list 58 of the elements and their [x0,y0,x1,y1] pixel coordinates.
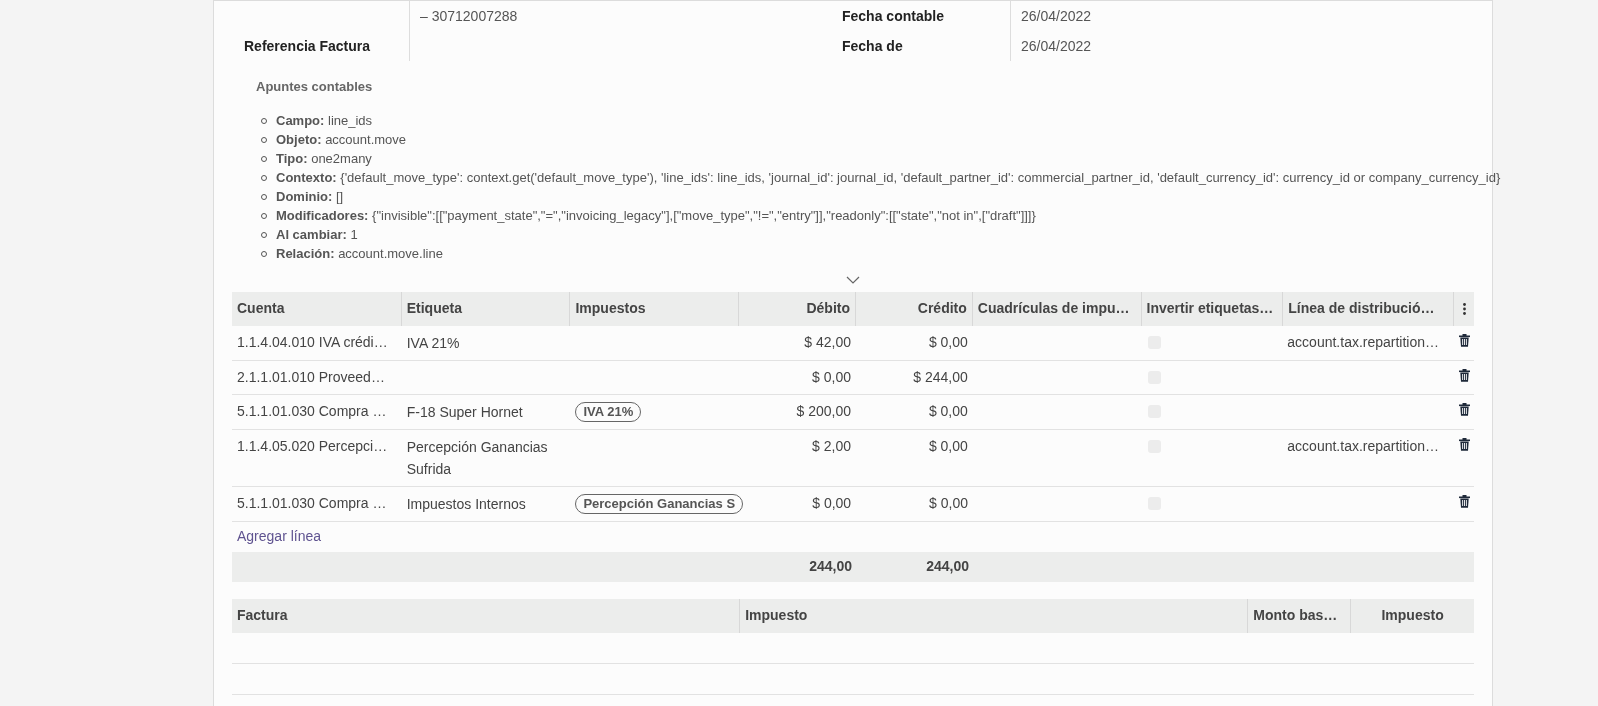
table-cell: $ 0,00 [928,402,968,419]
column-header[interactable]: Etiqueta [406,298,462,319]
info-item: Al cambiar: 1 [276,226,358,245]
table-cell: F-18 Super Hornet [406,403,523,420]
column-header[interactable]: Impuesto [1381,605,1444,626]
column-header[interactable]: Crédito [917,298,967,319]
kebab-menu-icon[interactable] [1462,302,1466,315]
info-item: Objeto: account.move [276,131,407,150]
table-cell: $ 42,00 [804,333,851,350]
column-header[interactable]: Línea de distribució… [1288,298,1435,319]
column-header[interactable]: Impuestos [575,298,646,319]
table-cell: $ 0,00 [812,368,851,385]
info-item: Campo: line_ids [276,112,373,131]
total-debit: 244,00 [809,558,852,574]
info-item: Relación: account.move.line [276,245,443,264]
table-cell: $ 0,00 [812,494,852,511]
field-label: Fecha de [842,37,903,54]
table-cell: Percepción Ganancias Sufrida [406,438,548,477]
field-value: 26/04/2022 [1021,6,1092,26]
table-cell: account.tax.repartition… [1287,333,1440,350]
table-cell: 2.1.1.01.010 Proveed… [237,368,385,385]
add-line-link[interactable]: Agregar línea [237,526,322,547]
trash-icon[interactable] [1458,333,1470,347]
trash-icon[interactable] [1458,368,1470,382]
table-cell: $ 244,00 [913,368,968,385]
field-label: Fecha contable [842,7,944,24]
field-value: 26/04/2022 [1021,36,1092,56]
total-credit: 244,00 [926,558,969,574]
table-cell: Impuestos Internos [406,495,526,512]
field-label: Referencia Factura [244,37,371,54]
trash-icon[interactable] [1458,402,1470,416]
table-cell: $ 200,00 [796,402,851,419]
column-header[interactable]: Factura [237,605,288,626]
field-value: – 30712007288 [420,6,518,26]
column-header[interactable]: Débito [806,298,850,319]
table-cell: $ 0,00 [928,437,968,454]
column-header[interactable]: Invertir etiquetas… [1146,298,1274,319]
table-cell: 1.1.4.05.020 Percepci… [237,437,388,454]
column-header[interactable]: Cuenta [237,298,285,319]
info-item: Contexto: {'default_move_type': context.get('default_move_type'), 'line_ids': line_ids, 'journal_id': journal_id, 'default_partner_id': commercial_partner_id, 'default_currency_id': currency_id or company_currency_id} [276,169,1501,188]
table-cell: 5.1.1.01.030 Compra … [237,494,387,511]
column-header[interactable]: Cuadrículas de impu… [977,298,1130,319]
trash-icon[interactable] [1458,494,1470,508]
table-cell: $ 2,00 [812,437,851,454]
info-item: Tipo: one2many [276,150,372,169]
trash-icon[interactable] [1458,437,1470,451]
tooltip-title: Apuntes contables [256,78,374,96]
table-cell: account.tax.repartition… [1287,437,1440,454]
info-item: Dominio: [] [276,188,344,207]
table-cell: $ 0,00 [929,494,968,511]
table-cell: 5.1.1.01.030 Compra … [237,402,387,419]
table-cell: 1.1.4.04.010 IVA crédi… [237,333,388,350]
info-item: Modificadores: {"invisible":[["payment_state","=","invoicing_legacy"],["move_type","!=","entry"]],"readonly":[["state","not in",["draft"]]]} [276,207,1036,226]
table-cell: $ 0,00 [928,333,968,350]
chevron-down-icon[interactable] [846,275,860,284]
column-header[interactable]: Impuesto [745,605,808,626]
table-cell: IVA 21% [406,334,460,351]
column-header[interactable]: Monto bas… [1253,605,1338,626]
